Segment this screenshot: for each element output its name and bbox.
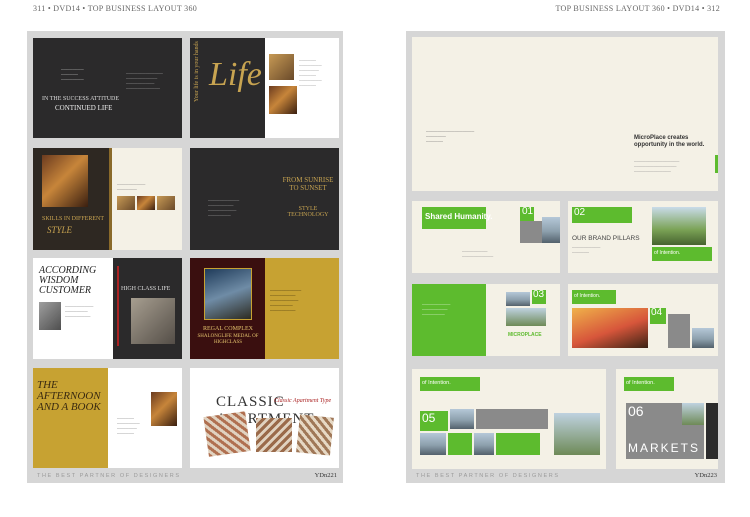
thumb-afternoon-spread[interactable]: THE AFTERNOON AND A BOOK ────── ────────…	[33, 368, 182, 468]
thumb-subheading: CONTINUED LIFE	[55, 104, 113, 112]
thumb-microplace-green[interactable]: ────────── ───────── ──────── 03 MICROPL…	[412, 284, 560, 356]
thumb-photo	[692, 328, 714, 348]
thumb-text-block: ─────────── ───────── ────────── ───────…	[208, 198, 240, 218]
thumb-text-block: ────────── ───────── ────────	[422, 302, 451, 317]
thumb-brand-pillars[interactable]: 02 OUR BRAND PILLARS ────────── ────── o…	[568, 201, 718, 273]
thumb-photo	[151, 392, 177, 426]
thumb-tag: of Intention.	[422, 380, 451, 386]
thumb-success-attitude[interactable]: ──────── ────── ──────── IN THE SUCCESS …	[33, 38, 182, 138]
thumb-photo	[39, 302, 61, 330]
thumb-tag: of Intention.	[626, 380, 655, 386]
thumb-gray-block	[520, 221, 542, 243]
thumb-heading: THE AFTERNOON AND A BOOK	[37, 379, 101, 413]
thumb-text-block: ────────── ──────── ─────────	[65, 304, 94, 319]
thumb-photo	[542, 217, 560, 243]
thumb-heading: IN THE SUCCESS ATTITUDE	[42, 96, 120, 102]
thumb-text-block: ─────────── ───────── ────────── ───────…	[270, 288, 302, 313]
thumb-text-block: ────────── ───────	[117, 182, 146, 192]
thumb-number: 02	[574, 207, 586, 218]
thumb-photo	[572, 308, 648, 348]
thumb-floorplan	[256, 418, 292, 452]
thumb-heading: FROM SUNRISE TO SUNSET	[282, 176, 334, 192]
thumb-wisdom-spread[interactable]: ACCORDING WISDOM CUSTOMER ────────── ───…	[33, 258, 182, 359]
thumb-number: 06	[628, 403, 644, 419]
thumb-green-block	[448, 433, 472, 455]
thumb-intention-05[interactable]: of Intention. 05	[412, 369, 606, 469]
thumb-title: Shared Humanity.	[425, 212, 493, 221]
thumb-green-accent	[715, 155, 718, 173]
thumb-heading: ACCORDING WISDOM CUSTOMER	[39, 265, 97, 296]
thumb-floorplan	[203, 411, 251, 457]
thumb-photo	[554, 413, 600, 455]
thumb-photo	[137, 196, 155, 210]
thumb-text-block: ───────── ───────────	[462, 249, 494, 259]
left-page-header: 311 • DVD14 • TOP BUSINESS LAYOUT 360	[33, 4, 198, 13]
thumb-number: 05	[422, 411, 436, 425]
thumb-photo	[204, 268, 252, 320]
thumb-number: 03	[533, 289, 545, 300]
thumb-classic-spread[interactable]: CLASSIC APARTMENT Classic Apartment Type	[190, 368, 339, 468]
thumb-text-block: ────── ──────── ─────── ────── ──────── …	[299, 58, 322, 88]
thumb-gray-block	[668, 314, 690, 348]
thumb-subheading: STYLE	[47, 225, 73, 235]
thumb-photo	[269, 54, 294, 80]
left-footer-tagline: THE BEST PARTNER OF DESIGNERS	[37, 473, 181, 479]
thumb-floorplan	[296, 414, 334, 456]
thumb-photo	[42, 155, 88, 207]
thumb-sunrise-spread[interactable]: ─────────── ───────── ────────── ───────…	[190, 148, 339, 250]
thumb-tag: of Intention.	[574, 293, 601, 299]
thumb-photo	[506, 308, 546, 326]
thumb-life-spread[interactable]: Life Your life is in your hands ────── ─…	[190, 38, 339, 138]
right-footer-number: YDn223	[694, 472, 717, 479]
thumb-text-block: ──────────────── ─────────────── ───────…	[634, 159, 680, 174]
right-footer-tagline: THE BEST PARTNER OF DESIGNERS	[416, 473, 560, 479]
thumb-script-title: Life	[209, 56, 262, 93]
thumb-markets-06[interactable]: of Intention. 06 MARKETS	[616, 369, 718, 469]
thumb-text-block: ────── ──────── ─────── ──────	[117, 416, 140, 436]
thumb-microplace-cover[interactable]: ───────────────── ─────── ────── MicroPl…	[412, 37, 718, 191]
right-page-header: TOP BUSINESS LAYOUT 360 • DVD14 • 312	[555, 4, 720, 13]
thumb-text-block: ───────────────── ─────── ──────	[426, 129, 475, 144]
thumb-gray-block	[476, 409, 548, 429]
thumb-heading: REGAL COMPLEX	[203, 326, 253, 332]
thumb-number: 04	[651, 307, 663, 318]
thumb-title: OUR BRAND PILLARS	[572, 235, 640, 242]
thumb-photo	[420, 433, 446, 455]
thumb-green-block	[496, 433, 540, 455]
thumb-regal-spread[interactable]: REGAL COMPLEX SHALONGLIFE MEDAL OF HIGHC…	[190, 258, 339, 359]
thumb-photo	[474, 433, 494, 455]
thumb-photo	[269, 86, 297, 114]
left-footer-number: YDn221	[314, 472, 337, 479]
thumb-subheading: STYLE TECHNOLOGY	[287, 206, 329, 218]
thumb-photo	[682, 403, 704, 425]
thumb-label: MICROPLACE	[508, 332, 542, 338]
thumb-photo	[157, 196, 175, 210]
thumb-subheading: SHALONGLIFE MEDAL OF HIGHCLASS	[197, 334, 259, 345]
thumb-dark-strip	[706, 403, 718, 459]
thumb-divider	[117, 266, 119, 346]
thumb-photo	[450, 409, 474, 429]
thumb-side-text: HIGH CLASS LIFE	[121, 286, 171, 292]
thumb-photo	[652, 207, 706, 245]
thumb-intention-04[interactable]: of Intention. 04	[568, 284, 718, 356]
thumb-text-block: ──────── ────── ────────	[61, 67, 84, 82]
right-spread-panel: ───────────────── ─────── ────── MicroPl…	[406, 31, 725, 483]
thumb-tag: of Intention.	[654, 250, 681, 256]
thumb-photo	[506, 292, 530, 306]
thumb-text-block-2: ───────────── ─────────── ────────── ───…	[126, 71, 163, 91]
thumb-photo	[117, 196, 135, 210]
thumb-title: MicroPlace creates opportunity in the wo…	[634, 135, 705, 148]
thumb-shared-humanity[interactable]: Shared Humanity. 01 ───────── ──────────…	[412, 201, 560, 273]
left-spread-panel: ──────── ────── ──────── IN THE SUCCESS …	[27, 31, 343, 483]
thumb-subheading: Classic Apartment Type	[274, 398, 332, 404]
thumb-heading: SKILLS IN DIFFERENT	[42, 216, 105, 222]
thumb-green-half	[412, 284, 486, 356]
thumb-side-text: Your life is in your hands	[194, 41, 200, 102]
thumb-number: 01	[522, 206, 534, 217]
thumb-text-block: ────────── ──────	[572, 245, 601, 255]
thumb-skills-spread[interactable]: SKILLS IN DIFFERENT STYLE ────────── ───…	[33, 148, 182, 250]
thumb-title: MARKETS	[628, 441, 701, 455]
thumb-photo	[131, 298, 175, 344]
